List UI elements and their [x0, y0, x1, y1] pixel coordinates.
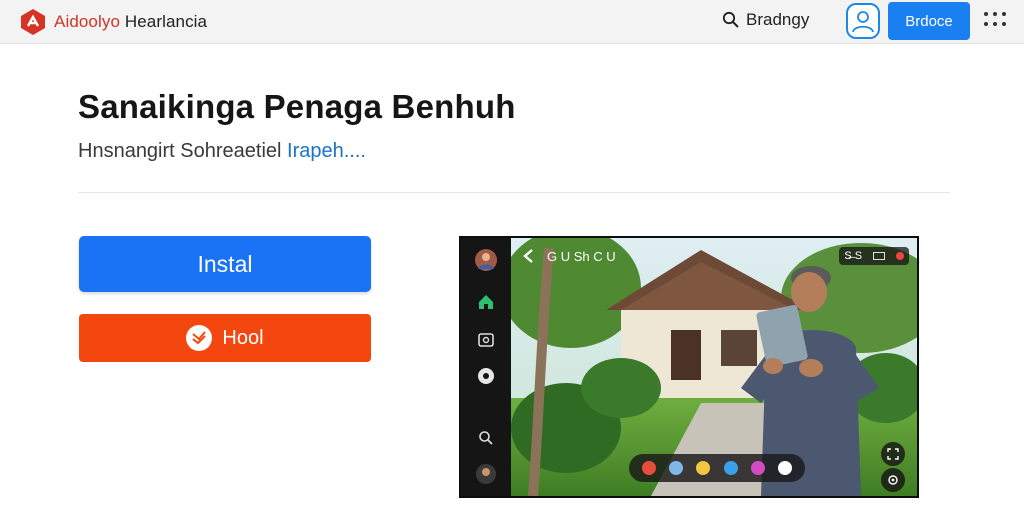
brand-name-part1: Aidoolyo: [54, 12, 121, 31]
header-primary-button[interactable]: Brdoce: [888, 2, 970, 40]
preview-avatar[interactable]: [474, 248, 498, 272]
preview-top-bar: G U Sh C U: [521, 248, 616, 264]
dock-app-6[interactable]: [777, 461, 792, 475]
more-dots-icon[interactable]: [984, 12, 1008, 28]
screen-icon: [872, 252, 885, 260]
gallery-icon[interactable]: [474, 328, 498, 352]
user-avatar-button[interactable]: [846, 3, 880, 39]
brand[interactable]: Aidoolyo Hearlancia: [20, 8, 207, 36]
app-dock: [629, 454, 805, 482]
settings-icon[interactable]: [474, 364, 498, 388]
top-bar: Aidoolyo Hearlancia Bradngy Brdoce: [0, 0, 1024, 44]
search-icon[interactable]: [474, 426, 498, 450]
subtitle-text: Hnsnangirt Sohreaetiel: [78, 140, 288, 162]
user-avatar-icon: [852, 11, 874, 33]
home-icon[interactable]: [474, 290, 498, 314]
dock-app-1[interactable]: [642, 461, 657, 475]
divider: [78, 192, 950, 193]
brand-logo-icon: [21, 9, 45, 35]
profile-icon[interactable]: [474, 462, 498, 486]
install-button[interactable]: Instal: [79, 236, 371, 292]
preview-top-label: G U Sh C U: [547, 248, 616, 264]
dock-app-3[interactable]: [696, 461, 711, 475]
dock-app-4[interactable]: [723, 461, 738, 475]
page-title: Sanaikinga Penaga Benhuh: [78, 88, 516, 125]
expand-icon[interactable]: [881, 442, 905, 466]
dock-app-2[interactable]: [669, 461, 684, 475]
back-arrow-icon[interactable]: [521, 248, 537, 264]
dock-app-5[interactable]: [750, 461, 765, 475]
preview-status-pill[interactable]: S̶ S: [839, 247, 909, 265]
brand-name: Aidoolyo Hearlancia: [54, 12, 207, 32]
check-badge-icon: [186, 325, 213, 351]
preview-status-label: S̶ S: [844, 250, 863, 262]
preview-sidebar: [461, 238, 511, 496]
search-icon: [722, 11, 739, 28]
search-label: Bradngy: [746, 10, 810, 29]
brand-name-part2: Hearlancia: [120, 12, 208, 31]
settings-gear-icon[interactable]: [881, 468, 905, 492]
search-link[interactable]: Bradngy: [722, 10, 809, 30]
page-subtitle: Hnsnangirt Sohreaetiel Irapeh....: [78, 140, 366, 163]
secondary-action-label: Hool: [222, 326, 264, 349]
record-icon: [895, 252, 904, 260]
secondary-action-button[interactable]: Hool: [79, 314, 371, 362]
subtitle-link[interactable]: Irapeh....: [287, 140, 366, 162]
media-preview[interactable]: G U Sh C U S̶ S: [459, 236, 919, 498]
